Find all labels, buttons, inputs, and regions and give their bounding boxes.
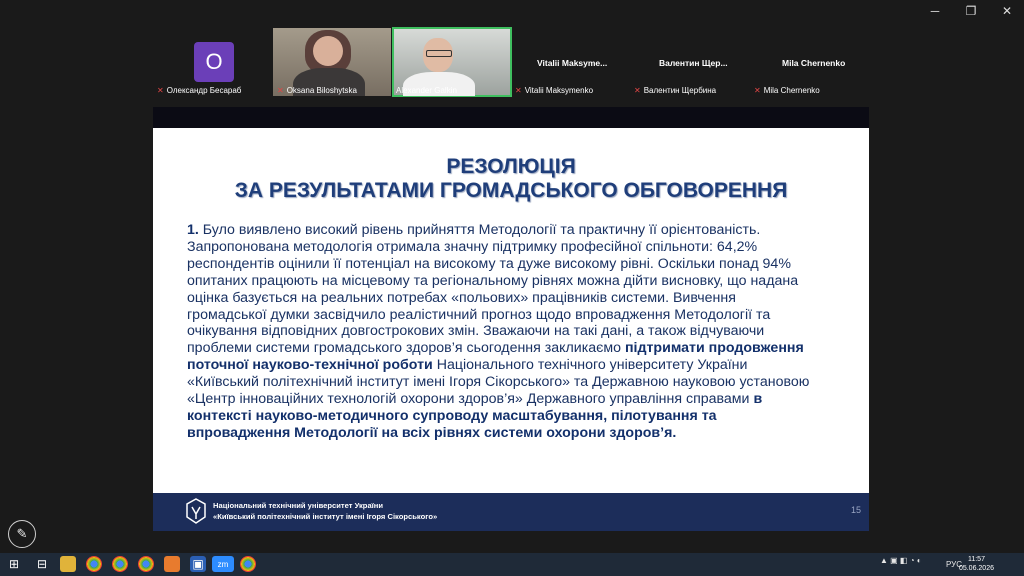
clock[interactable]: 11:57 05.06.2026 [959, 555, 994, 573]
chrome-icon[interactable] [240, 556, 256, 572]
app-icon[interactable] [164, 556, 180, 572]
participant-name: ✕ Oksana Biloshytska [277, 86, 357, 95]
slide-top-bar [153, 107, 869, 128]
participant-tile-label[interactable]: Валентин Щер... [659, 58, 728, 68]
participant-name: ✕ Олександр Бесараб [157, 86, 242, 95]
participant-tile-label[interactable]: Mila Chernenko [782, 58, 845, 68]
file-explorer-icon[interactable] [60, 556, 76, 572]
participant-name: ✕ Валентин Щербина [634, 86, 717, 95]
shared-slide: РЕЗОЛЮЦІЯ ЗА РЕЗУЛЬТАТАМИ ГРОМАДСЬКОГО О… [153, 107, 869, 531]
mic-muted-icon: ✕ [157, 86, 164, 95]
slide-body: 1. Було виявлено високий рівень прийнятт… [187, 222, 810, 441]
task-view-icon[interactable]: ⊟ [34, 556, 50, 572]
minimize-button[interactable]: ─ [928, 4, 942, 18]
restore-button[interactable]: ❐ [964, 4, 978, 18]
participant-tile-label[interactable]: Vitalii Maksyme... [537, 58, 607, 68]
mic-muted-icon: ✕ [634, 86, 641, 95]
university-logo-icon [186, 498, 206, 524]
slide-page-number: 15 [850, 505, 861, 515]
chrome-icon[interactable] [86, 556, 102, 572]
chrome-icon[interactable] [112, 556, 128, 572]
mic-muted-icon: ✕ [277, 86, 284, 95]
zoom-icon[interactable]: zm [212, 556, 234, 572]
tray-icons[interactable]: ▲ ▣ ◧ ◔ ◐ [880, 556, 922, 565]
slide-title: РЕЗОЛЮЦІЯ ЗА РЕЗУЛЬТАТАМИ ГРОМАДСЬКОГО О… [234, 155, 788, 202]
participant-name: Alexander Galkin [396, 86, 457, 95]
close-button[interactable]: ✕ [1000, 4, 1014, 18]
participants-strip: О ✕ Олександр Бесараб ✕ Oksana Biloshytska… [0, 27, 1024, 98]
participant-avatar[interactable]: О [194, 42, 234, 82]
annotate-pencil-button[interactable]: ✎ [8, 520, 36, 548]
participant-name: ✕ Vitalii Maksymenko [515, 86, 594, 95]
save-icon[interactable]: ▣ [190, 556, 206, 572]
university-name: Національний технічний університет Украї… [213, 501, 438, 521]
mic-muted-icon: ✕ [515, 86, 522, 95]
participant-name: ✕ Mila Chernenko [754, 86, 820, 95]
start-icon[interactable]: ⊞ [6, 556, 22, 572]
item-number: 1. [187, 222, 199, 238]
slide-footer: Національний технічний університет Украї… [153, 493, 869, 531]
chrome-icon[interactable] [138, 556, 154, 572]
taskbar: ⊞ ⊟ ▣ zm ▲ ▣ ◧ ◔ ◐ РУС 11:57 05.06.2026 [0, 553, 1024, 576]
pencil-icon: ✎ [16, 526, 28, 541]
window-controls: ─ ❐ ✕ [928, 4, 1014, 18]
mic-muted-icon: ✕ [754, 86, 761, 95]
